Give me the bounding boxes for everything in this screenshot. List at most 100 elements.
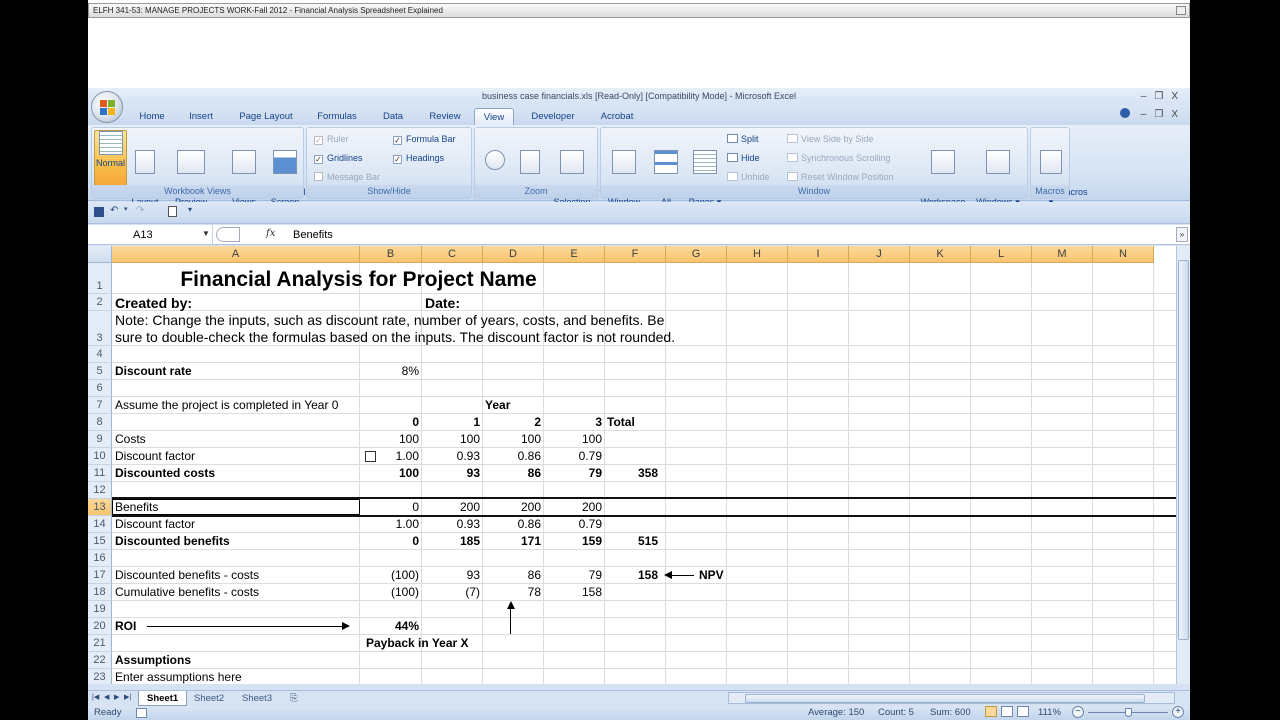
cell-a5[interactable]: Discount rate — [115, 364, 192, 379]
cell-d18[interactable]: 78 — [483, 585, 541, 600]
formula-bar-resize-handle[interactable] — [216, 227, 240, 242]
cell-b9[interactable]: 100 — [360, 432, 419, 447]
cell-d13[interactable]: 200 — [483, 500, 541, 515]
cell-e17[interactable]: 79 — [544, 568, 602, 583]
row-header-23[interactable]: 23 — [88, 669, 112, 684]
cell-d14[interactable]: 0.86 — [483, 517, 541, 532]
message-bar-checkbox[interactable]: Message Bar — [314, 172, 380, 182]
row-header-1[interactable]: 1 — [88, 263, 112, 294]
expand-formula-bar-icon[interactable]: » — [1176, 227, 1188, 242]
cell-c18[interactable]: (7) — [422, 585, 480, 600]
macro-record-icon[interactable] — [136, 708, 147, 718]
cell-a22[interactable]: Assumptions — [115, 653, 191, 668]
cell-b15[interactable]: 0 — [360, 534, 419, 549]
insert-sheet-icon[interactable]: ⎘ — [282, 691, 306, 706]
sheet-title[interactable]: Financial Analysis for Project Name — [112, 269, 605, 291]
formula-input[interactable]: Benefits — [293, 225, 333, 245]
minimize-icon[interactable]: – — [1141, 91, 1155, 102]
cell-c15[interactable]: 185 — [422, 534, 480, 549]
normal-view-button[interactable]: Normal — [94, 130, 127, 186]
row-header-6[interactable]: 6 — [88, 380, 112, 397]
column-header-i[interactable]: I — [788, 246, 849, 263]
save-icon[interactable] — [94, 207, 104, 217]
column-header-l[interactable]: L — [971, 246, 1032, 263]
row-header-21[interactable]: 21 — [88, 635, 112, 652]
column-header-h[interactable]: H — [727, 246, 788, 263]
row-header-8[interactable]: 8 — [88, 414, 112, 431]
column-header-d[interactable]: D — [483, 246, 544, 263]
row-header-13[interactable]: 13 — [88, 499, 112, 516]
tab-page-layout[interactable]: Page Layout — [234, 108, 298, 125]
insert-function-icon[interactable]: fx — [266, 228, 275, 239]
column-header-a[interactable]: A — [112, 246, 360, 263]
sheet-tab-sheet3[interactable]: Sheet3 — [234, 691, 280, 706]
cell-c8[interactable]: 1 — [422, 415, 480, 430]
row-header-22[interactable]: 22 — [88, 652, 112, 669]
row-header-3[interactable]: 3 — [88, 311, 112, 346]
row-header-15[interactable]: 15 — [88, 533, 112, 550]
cell-a15[interactable]: Discounted benefits — [115, 534, 230, 549]
note-line-1[interactable]: Note: Change the inputs, such as discoun… — [115, 312, 664, 329]
outer-window-resize-icon[interactable] — [1176, 6, 1186, 15]
cell-a7[interactable]: Assume the project is completed in Year … — [115, 398, 338, 413]
date-label[interactable]: Date: — [425, 296, 460, 311]
tab-developer[interactable]: Developer — [526, 108, 580, 125]
cell-d9[interactable]: 100 — [483, 432, 541, 447]
column-header-g[interactable]: G — [666, 246, 727, 263]
cell-d15[interactable]: 171 — [483, 534, 541, 549]
cell-f15[interactable]: 515 — [605, 534, 658, 549]
next-sheet-icon[interactable]: ▶ — [114, 693, 119, 701]
gridlines-checkbox[interactable]: ✓ Gridlines — [314, 153, 363, 164]
sheet-tab-sheet2[interactable]: Sheet2 — [186, 691, 232, 706]
cell-b13[interactable]: 0 — [360, 500, 419, 515]
cell-e10[interactable]: 0.79 — [544, 449, 602, 464]
row-header-19[interactable]: 19 — [88, 601, 112, 618]
cell-a14[interactable]: Discount factor — [115, 517, 195, 532]
column-header-f[interactable]: F — [605, 246, 666, 263]
row-header-7[interactable]: 7 — [88, 397, 112, 414]
cell-e13[interactable]: 200 — [544, 500, 602, 515]
cell-f17[interactable]: 158 — [605, 568, 658, 583]
row-header-16[interactable]: 16 — [88, 550, 112, 567]
cell-c14[interactable]: 0.93 — [422, 517, 480, 532]
payback-label[interactable]: Payback in Year X — [366, 636, 469, 651]
workbook-restore-icon[interactable]: ❐ — [1154, 109, 1171, 120]
new-document-icon[interactable] — [168, 206, 177, 217]
office-button[interactable] — [91, 91, 123, 123]
cell-a20[interactable]: ROI — [115, 619, 136, 634]
row-header-4[interactable]: 4 — [88, 346, 112, 363]
cell-f8[interactable]: Total — [607, 415, 635, 430]
row-header-5[interactable]: 5 — [88, 363, 112, 380]
cell-d10[interactable]: 0.86 — [483, 449, 541, 464]
synchronous-scrolling-button[interactable]: Synchronous Scrolling — [787, 153, 891, 163]
cell-a23[interactable]: Enter assumptions here — [115, 670, 242, 684]
first-sheet-icon[interactable]: |◀ — [92, 693, 99, 701]
zoom-in-icon[interactable]: + — [1172, 706, 1184, 718]
tab-formulas[interactable]: Formulas — [312, 108, 362, 125]
cell-a18[interactable]: Cumulative benefits - costs — [115, 585, 259, 600]
page-layout-status-icon[interactable] — [1001, 706, 1013, 717]
row-header-20[interactable]: 20 — [88, 618, 112, 635]
page-break-status-icon[interactable] — [1017, 706, 1029, 717]
created-by-label[interactable]: Created by: — [115, 296, 192, 311]
zoom-slider-knob[interactable] — [1125, 708, 1132, 717]
cell-d8[interactable]: 2 — [483, 415, 541, 430]
restore-icon[interactable]: ❐ — [1154, 91, 1171, 102]
cell-e9[interactable]: 100 — [544, 432, 602, 447]
view-side-by-side-button[interactable]: View Side by Side — [787, 134, 873, 144]
cell-d11[interactable]: 86 — [483, 466, 541, 481]
cell-b17[interactable]: (100) — [360, 568, 419, 583]
headings-checkbox[interactable]: ✓ Headings — [393, 153, 444, 164]
row-header-10[interactable]: 10 — [88, 448, 112, 465]
cell-e8[interactable]: 3 — [544, 415, 602, 430]
cell-c13[interactable]: 200 — [422, 500, 480, 515]
tab-acrobat[interactable]: Acrobat — [594, 108, 640, 125]
hide-button[interactable]: Hide — [727, 153, 760, 163]
help-icon[interactable] — [1120, 108, 1131, 118]
cell-a17[interactable]: Discounted benefits - costs — [115, 568, 259, 583]
cell-a10[interactable]: Discount factor — [115, 449, 195, 464]
row-header-2[interactable]: 2 — [88, 294, 112, 311]
cell-b14[interactable]: 1.00 — [360, 517, 419, 532]
formula-bar-checkbox[interactable]: ✓ Formula Bar — [393, 134, 456, 145]
tab-home[interactable]: Home — [134, 108, 170, 125]
